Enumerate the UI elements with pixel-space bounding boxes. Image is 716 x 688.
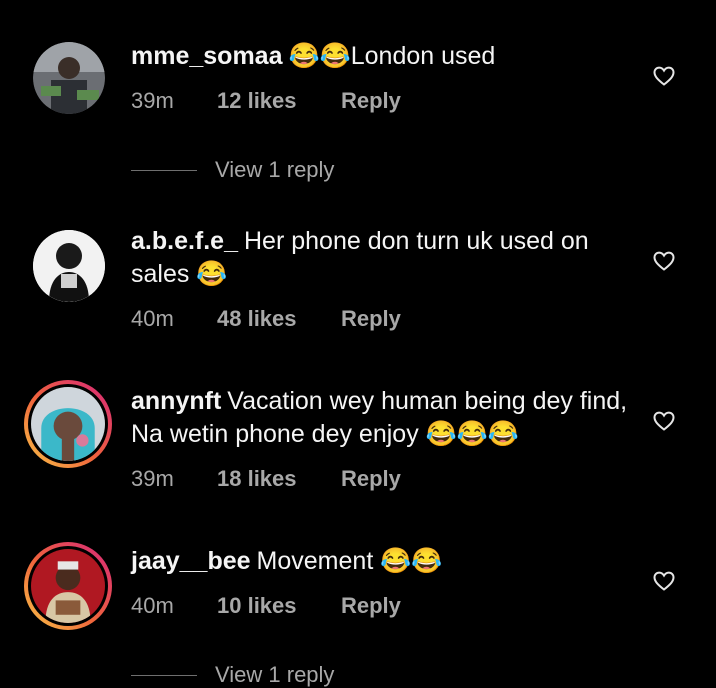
comment-meta: 39m 18 likes Reply — [131, 466, 401, 492]
comment-meta: 40m 10 likes Reply — [131, 593, 401, 619]
reply-button[interactable]: Reply — [341, 88, 401, 114]
comment-username[interactable]: annynft — [131, 387, 221, 415]
comment-time: 39m — [131, 88, 174, 113]
heart-icon[interactable] — [652, 569, 676, 593]
divider-line — [131, 674, 197, 676]
comment-meta: 40m 48 likes Reply — [131, 306, 401, 332]
avatar-image — [31, 549, 105, 623]
reply-button[interactable]: Reply — [341, 306, 401, 332]
comment-text-block: mme_somaa 😂😂London used — [131, 40, 631, 73]
avatar[interactable] — [33, 42, 105, 114]
reply-button[interactable]: Reply — [341, 593, 401, 619]
divider-line — [131, 169, 197, 171]
comment-likes[interactable]: 48 likes — [217, 306, 341, 332]
comment-text-block: a.b.e.f.e_ Her phone don turn uk used on … — [131, 225, 631, 291]
comment-time: 40m — [131, 593, 174, 618]
comment-body: 😂😂London used — [288, 42, 496, 70]
avatar-story-ring[interactable] — [24, 542, 112, 630]
comment-text-block: jaay__bee Movement 😂😂 — [131, 545, 631, 578]
avatar-image — [33, 230, 105, 302]
comment-username[interactable]: a.b.e.f.e_ — [131, 227, 238, 255]
comment-username[interactable]: jaay__bee — [131, 547, 251, 575]
heart-icon[interactable] — [652, 249, 676, 273]
comment-username[interactable]: mme_somaa — [131, 42, 282, 70]
avatar — [28, 546, 108, 626]
comment-time: 39m — [131, 466, 174, 491]
heart-icon[interactable] — [652, 64, 676, 88]
avatar[interactable] — [33, 230, 105, 302]
avatar — [28, 384, 108, 464]
view-replies-button[interactable]: View 1 reply — [131, 662, 334, 688]
comment-meta: 39m 12 likes Reply — [131, 88, 401, 114]
avatar-image — [33, 42, 105, 114]
comment-likes[interactable]: 18 likes — [217, 466, 341, 492]
heart-icon[interactable] — [652, 409, 676, 433]
comment-body: Movement 😂😂 — [256, 547, 443, 575]
comment-likes[interactable]: 12 likes — [217, 88, 341, 114]
comment-time: 40m — [131, 306, 174, 331]
comment-text-block: annynft Vacation wey human being dey find… — [131, 385, 631, 451]
avatar-image — [31, 387, 105, 461]
view-replies-label: View 1 reply — [215, 157, 335, 182]
reply-button[interactable]: Reply — [341, 466, 401, 492]
view-replies-label: View 1 reply — [215, 662, 335, 687]
comment-likes[interactable]: 10 likes — [217, 593, 341, 619]
avatar-story-ring[interactable] — [24, 380, 112, 468]
view-replies-button[interactable]: View 1 reply — [131, 157, 334, 183]
